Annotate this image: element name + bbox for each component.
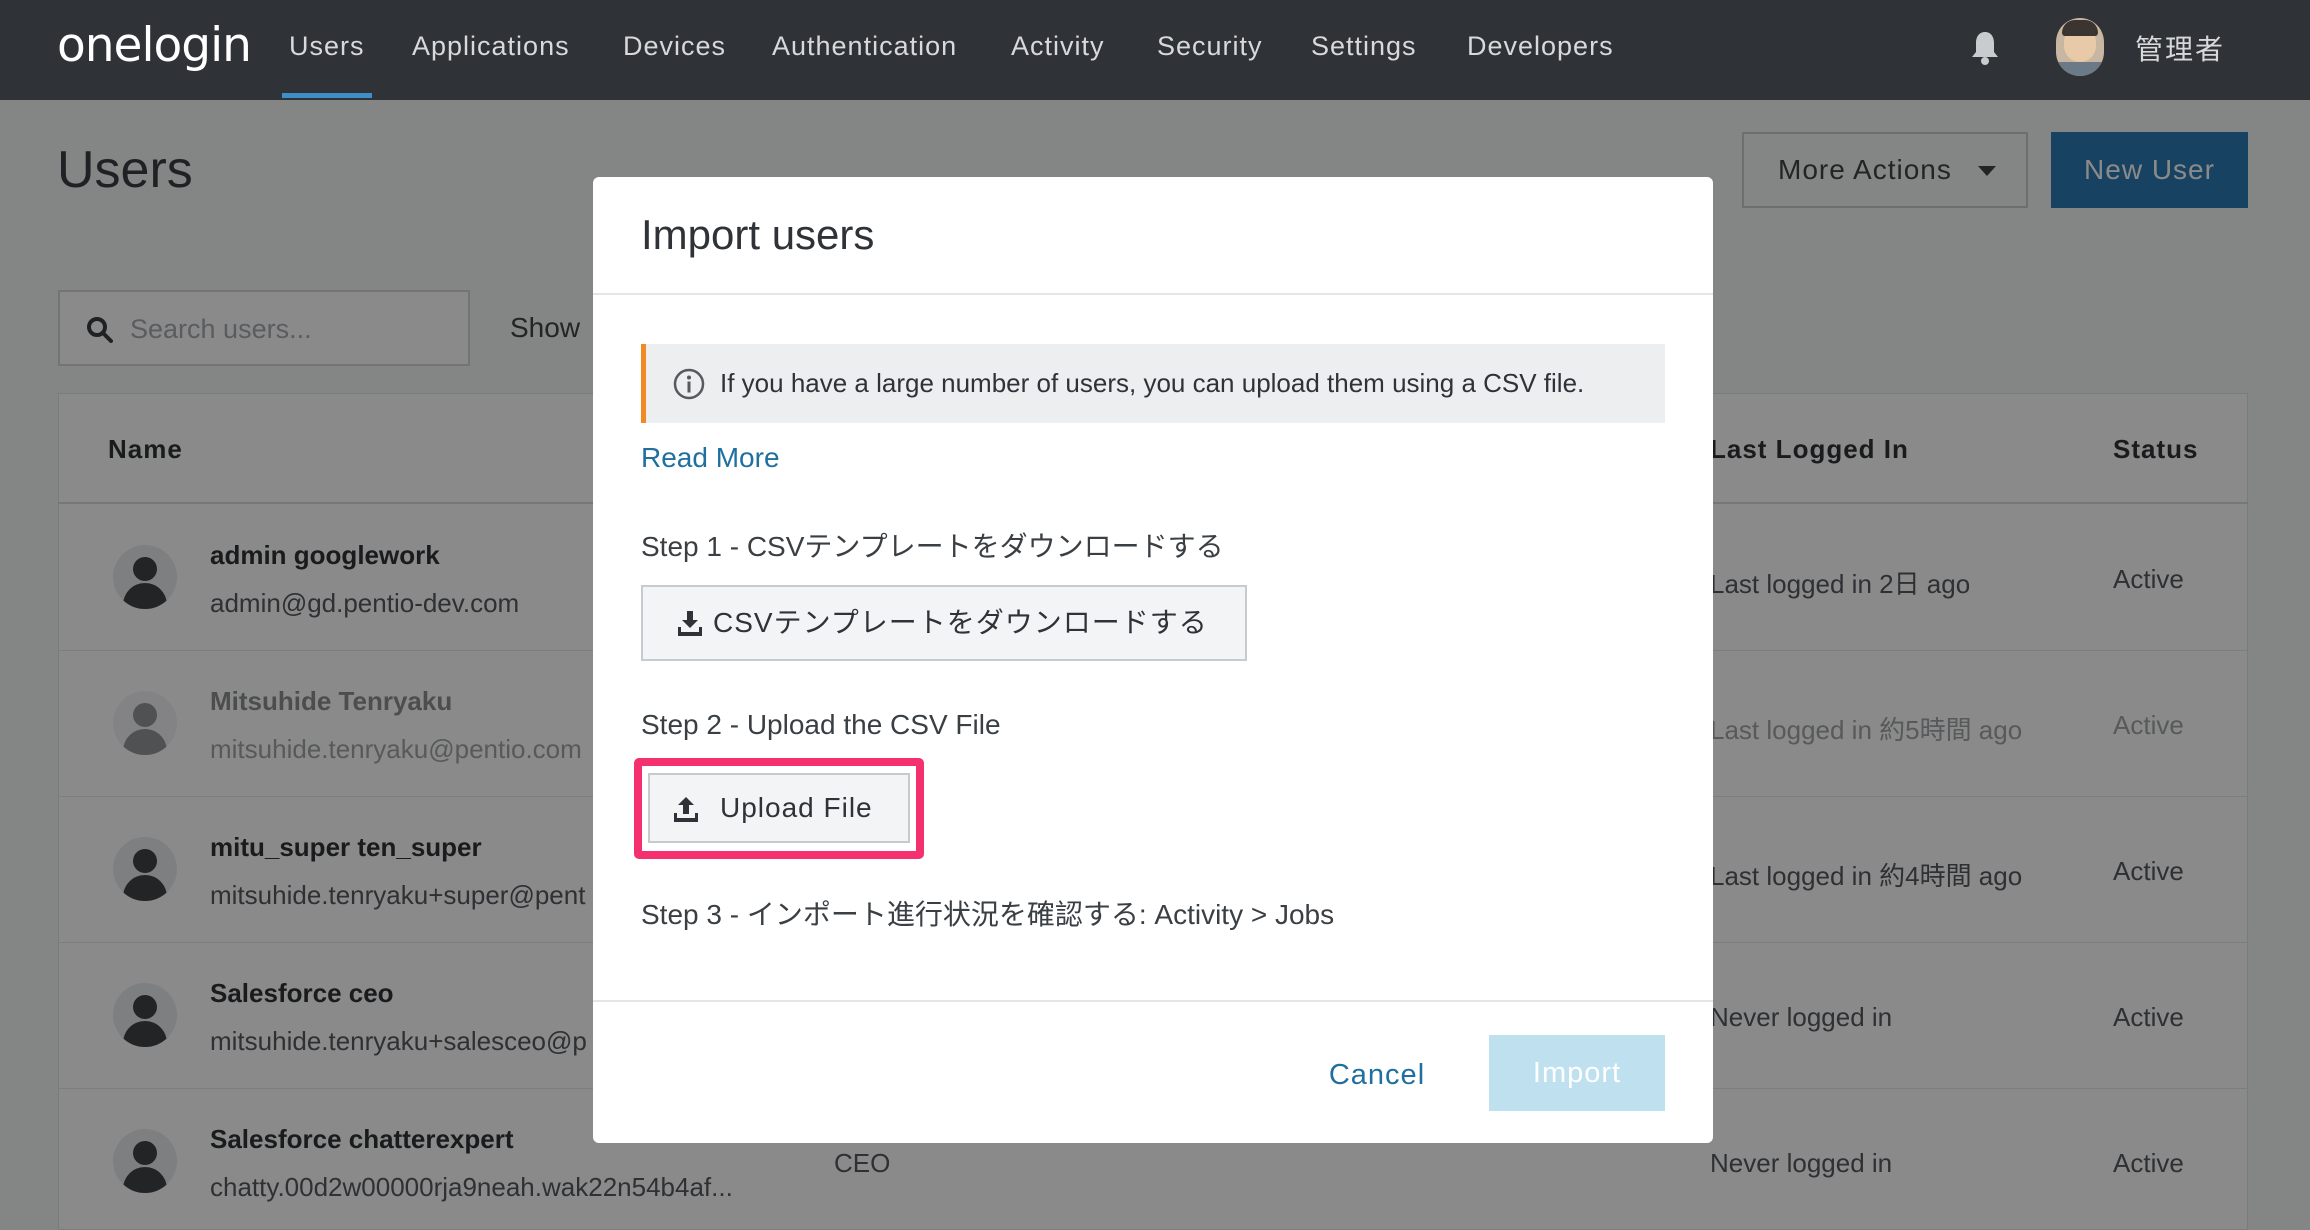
info-callout: If you have a large number of users, you…: [641, 344, 1665, 423]
top-navbar: onelogin Users Applications Devices Auth…: [0, 0, 2310, 100]
upload-file-button[interactable]: Upload File: [648, 773, 910, 843]
upload-file-label: Upload File: [720, 792, 873, 823]
step-3-label: Step 3 - インポート進行状況を確認する: Activity > Jobs: [641, 899, 1335, 930]
admin-name[interactable]: 管理者: [2135, 28, 2225, 68]
modal-footer-divider: [593, 1000, 1713, 1002]
read-more-link[interactable]: Read More: [641, 442, 780, 474]
nav-devices[interactable]: Devices: [623, 31, 726, 62]
nav-developers[interactable]: Developers: [1467, 31, 1614, 62]
download-template-button[interactable]: CSVテンプレートをダウンロードする: [641, 585, 1247, 661]
nav-authentication[interactable]: Authentication: [772, 31, 957, 62]
user-avatar[interactable]: [2056, 18, 2104, 76]
onelogin-logo[interactable]: onelogin: [57, 18, 252, 73]
step-1-label: Step 1 - CSVテンプレートをダウンロードする: [641, 531, 1224, 562]
modal-title: Import users: [641, 211, 875, 258]
download-template-label: CSVテンプレートをダウンロードする: [713, 607, 1208, 638]
download-icon: [678, 611, 702, 636]
import-button[interactable]: Import: [1489, 1035, 1665, 1111]
step-2-label: Step 2 - Upload the CSV File: [641, 709, 1001, 740]
info-icon: [673, 368, 705, 400]
nav-security[interactable]: Security: [1157, 31, 1263, 62]
modal-header-divider: [593, 293, 1713, 295]
cancel-button[interactable]: Cancel: [1297, 1037, 1457, 1113]
nav-applications[interactable]: Applications: [412, 31, 570, 62]
notification-bell-icon[interactable]: [1970, 30, 2000, 66]
upload-icon: [674, 797, 698, 822]
nav-settings[interactable]: Settings: [1311, 31, 1417, 62]
import-users-modal: Import users If you have a large number …: [593, 177, 1713, 1143]
nav-users[interactable]: Users: [289, 31, 365, 62]
nav-activity[interactable]: Activity: [1011, 31, 1105, 62]
info-text: If you have a large number of users, you…: [720, 368, 1585, 398]
active-tab-indicator: [282, 93, 372, 98]
